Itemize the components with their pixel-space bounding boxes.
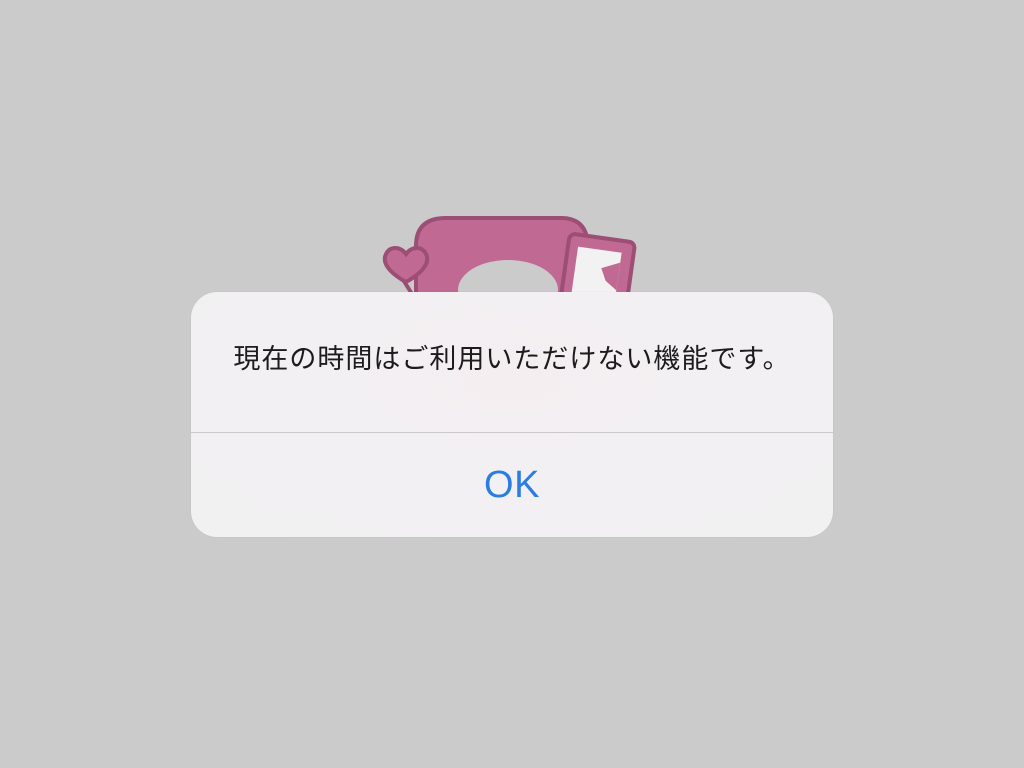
ok-button[interactable]: OK <box>191 433 833 537</box>
alert-message: 現在の時間はご利用いただけない機能です。 <box>233 344 791 375</box>
alert-dialog: 現在の時間はご利用いただけない機能です。 OK <box>191 292 833 537</box>
ok-button-label: OK <box>484 463 540 506</box>
